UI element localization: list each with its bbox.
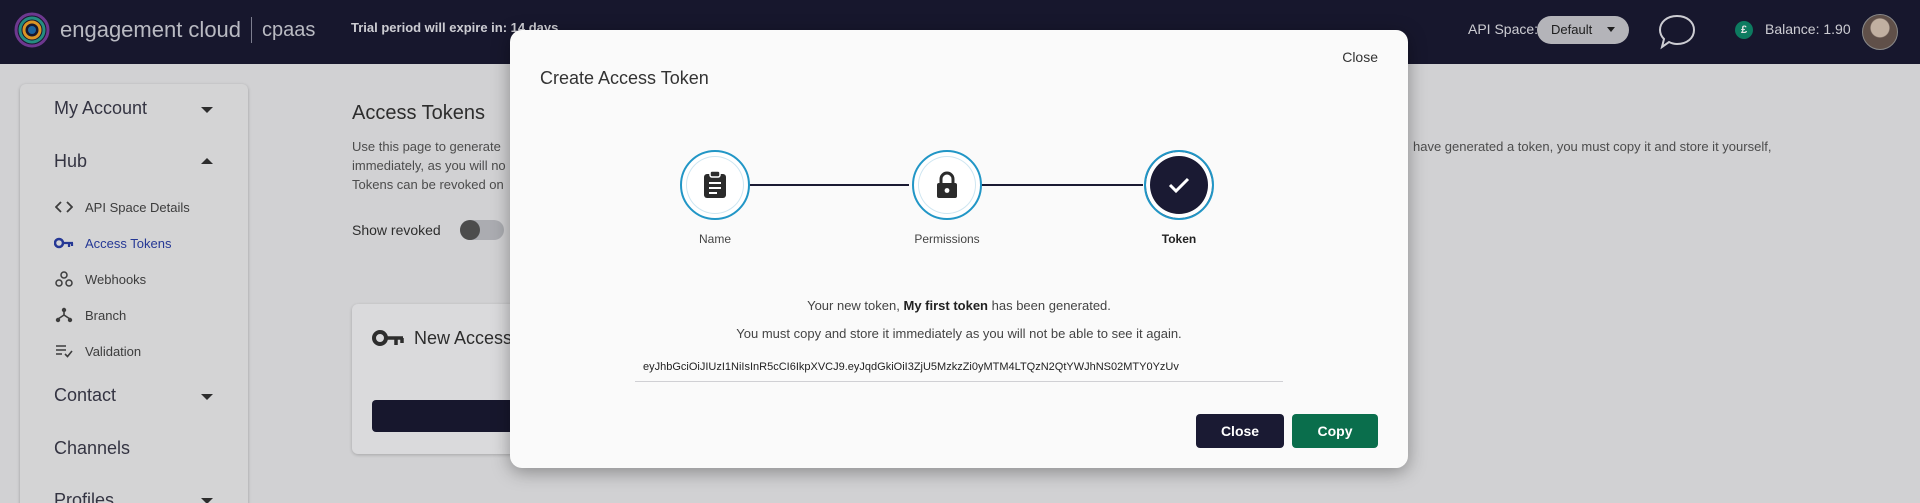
token-generated-message: Your new token, My first token has been … (510, 298, 1408, 313)
close-link[interactable]: Close (1342, 49, 1378, 65)
create-token-dialog: Close Create Access Token Name Permissio… (510, 30, 1408, 468)
step-label-token: Token (1161, 232, 1197, 246)
message-suffix: has been generated. (991, 298, 1111, 313)
copy-warning-message: You must copy and store it immediately a… (736, 326, 1182, 341)
lock-icon (937, 171, 957, 198)
step-label-permissions: Permissions (914, 232, 980, 246)
step-label-name: Name (698, 232, 731, 246)
check-icon (1168, 177, 1190, 194)
token-field[interactable] (635, 352, 1283, 382)
clipboard-icon (704, 171, 726, 198)
dialog-title: Create Access Token (540, 68, 709, 88)
token-name: My first token (903, 298, 988, 313)
stepper-connector (745, 184, 909, 186)
step-permissions (912, 150, 982, 220)
stepper-connector (977, 184, 1143, 186)
copy-button[interactable]: Copy (1292, 414, 1378, 448)
close-button[interactable]: Close (1196, 414, 1284, 448)
step-name (680, 150, 750, 220)
message-prefix: Your new token, (807, 298, 900, 313)
step-token (1144, 150, 1214, 220)
